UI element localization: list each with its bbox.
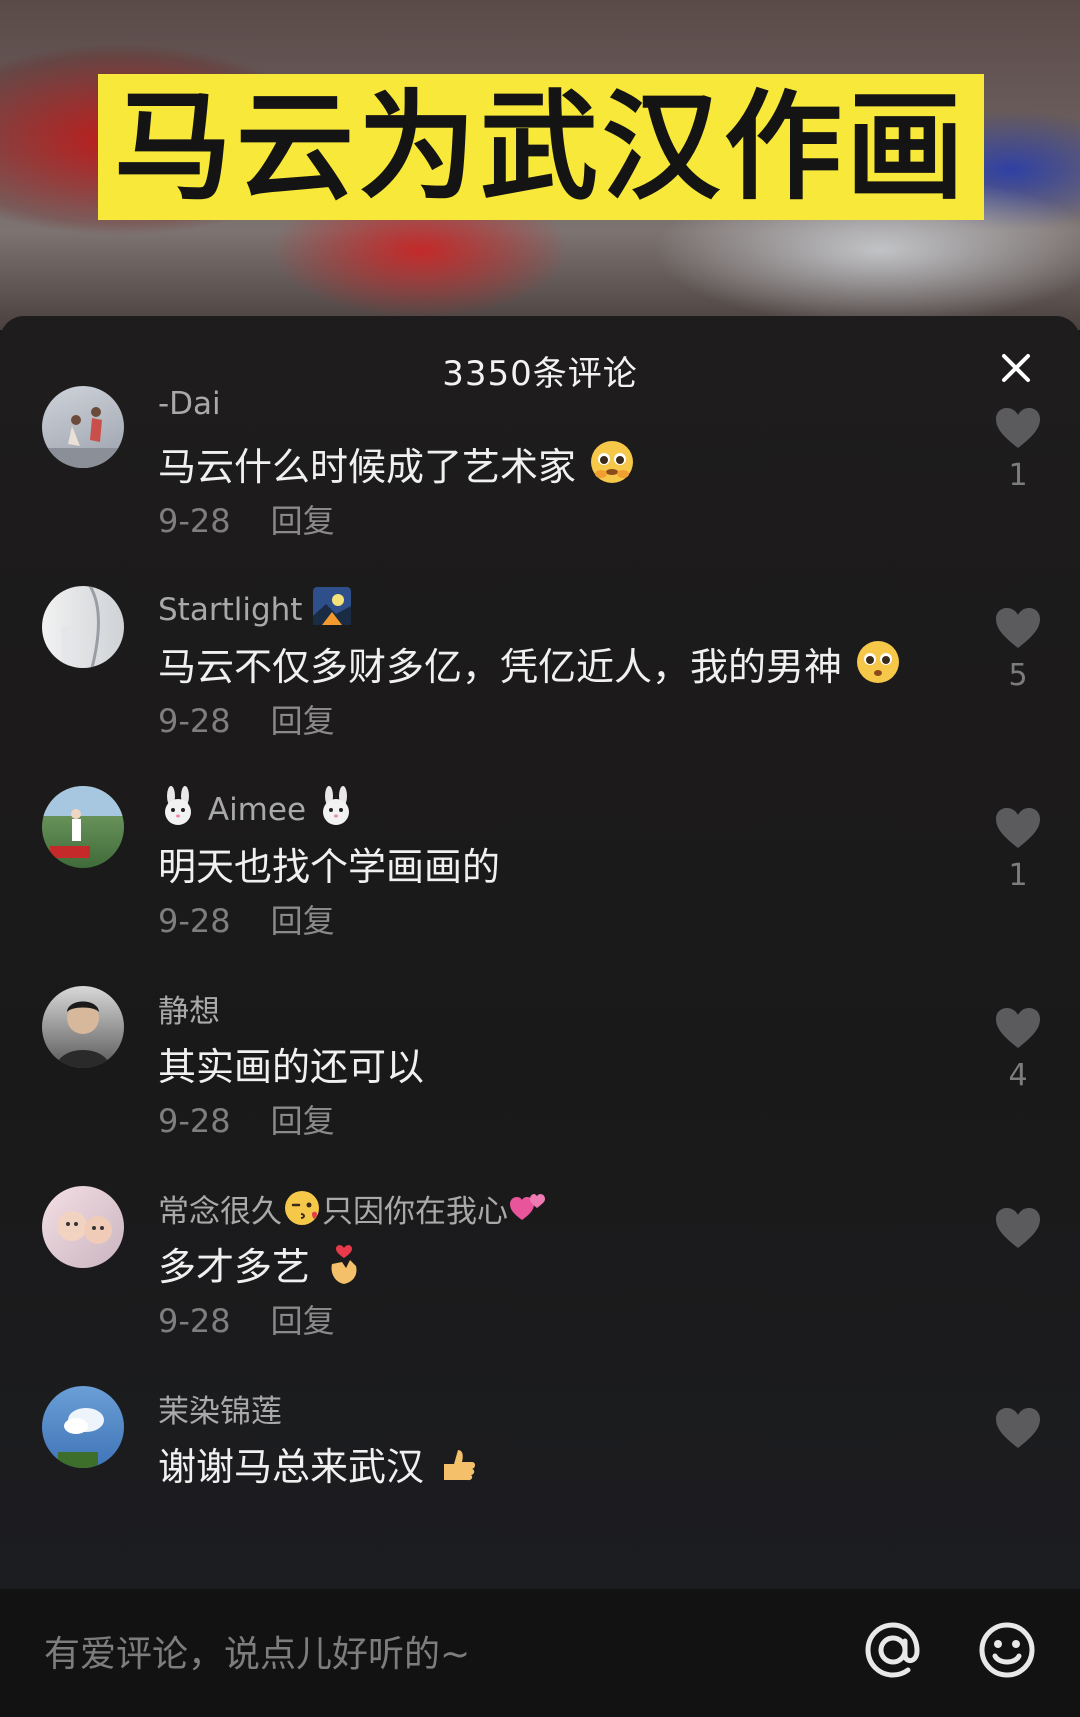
comment-date: 9-28 [158,902,231,940]
reply-button[interactable]: 回复 [271,1302,335,1340]
comment-item: 静想 其实画的还可以 9-28 回复 4 [0,986,1080,1205]
comment-item: 茉染锦莲 谢谢马总来武汉 [0,1386,1080,1589]
comment-username: Aimee [158,786,356,828]
kissing-face-icon [285,1191,319,1225]
comment-text: 多才多艺 [158,1236,366,1291]
comment-meta: 9-28 回复 [158,896,335,942]
comment-meta: 9-28 回复 [158,696,335,742]
comment-input-bar [0,1589,1080,1717]
close-icon[interactable] [996,348,1036,388]
thumbs-icon [444,1450,476,1481]
heart-hands-icon [331,1245,357,1284]
comment-date: 9-28 [158,1102,231,1140]
comment-meta: 9-28 回复 [158,1296,335,1342]
like-button[interactable] [992,1406,1044,1450]
comment-item: -Dai 马云什么时候成了艺术家 9-28 回复 1 [0,386,1080,605]
avatar[interactable] [42,786,124,868]
like-count: 1 [1008,858,1028,893]
heart-icon [996,408,1040,448]
avatar-man-image [56,1001,110,1068]
video-title: 马云为武汉作画 [113,78,968,216]
comment-text: 马云不仅多财多亿，凭亿近人，我的男神 [158,636,902,691]
avatar-golf-image [42,786,124,858]
comment-username: Startlight [158,586,352,628]
comment-username[interactable]: 静想 [158,986,220,1031]
avatar-dancers-image [42,407,124,468]
comment-meta: 9-28 回复 [158,1096,335,1142]
avatar[interactable] [42,586,124,668]
comment-text: 其实画的还可以 [158,1045,425,1089]
avatar-kids-image [57,1211,112,1244]
reply-button[interactable]: 回复 [271,702,335,740]
rabbit-face-icon [165,786,191,825]
heart-icon [996,1208,1040,1248]
rabbit-face-icon [322,786,349,825]
like-button[interactable]: 5 [992,606,1044,693]
comment-item: Aimee 明天也找个学画画的 9-28 回复 1 [0,786,1080,1005]
smile-icon[interactable] [976,1619,1038,1681]
like-count: 4 [1008,1058,1028,1093]
heart-icon [996,808,1040,848]
heart-icon [996,608,1040,648]
night-landscape-icon [313,587,352,625]
comment-text: 马云什么时候成了艺术家 [158,436,636,491]
comment-date: 9-28 [158,1302,231,1340]
like-count: 1 [1008,458,1028,493]
comment-username[interactable]: -Dai [158,386,221,422]
comments-sheet: 3350条评论 -Dai 马云什么时候成了艺术家 9-28 回复 1 Start… [0,316,1080,1589]
heart-icon [996,1408,1040,1448]
avatar[interactable] [42,386,124,468]
avatar[interactable] [42,1386,124,1468]
like-button[interactable]: 1 [992,406,1044,493]
comment-input[interactable] [42,1625,746,1683]
comment-date: 9-28 [158,702,231,740]
reply-button[interactable]: 回复 [271,502,335,540]
avatar-sky-image [58,1408,104,1468]
reply-button[interactable]: 回复 [271,1102,335,1140]
video-title-banner: 马云为武汉作画 [98,74,984,220]
comment-date: 9-28 [158,502,231,540]
like-button[interactable]: 1 [992,806,1044,893]
avatar[interactable] [42,986,124,1068]
heart-icon [996,1008,1040,1048]
comment-item: 常念很久 只因你在我心 多才多艺 9-28 回复 [0,1186,1080,1405]
comment-item: Startlight 马云不仅多财多亿，凭亿近人，我的男神 9-28 回复 5 [0,586,1080,805]
two-hearts-icon [510,1194,545,1220]
comment-username: 常念很久 只因你在我心 [158,1186,548,1231]
avatar[interactable] [42,1186,124,1268]
like-button[interactable] [992,1206,1044,1250]
comment-meta: 9-28 回复 [158,496,335,542]
comment-text: 明天也找个学画画的 [158,845,501,889]
comment-username[interactable]: 茉染锦莲 [158,1386,282,1431]
like-button[interactable]: 4 [992,1006,1044,1093]
at-icon[interactable] [862,1619,924,1681]
like-count: 5 [1008,658,1028,693]
pleading-face-icon [857,641,900,683]
avatar-white-image [62,586,100,668]
comment-text: 谢谢马总来武汉 [158,1436,480,1491]
reply-button[interactable]: 回复 [271,902,335,940]
pleading-face-icon [591,441,634,483]
video-background: 马云为武汉作画 [0,0,1080,330]
